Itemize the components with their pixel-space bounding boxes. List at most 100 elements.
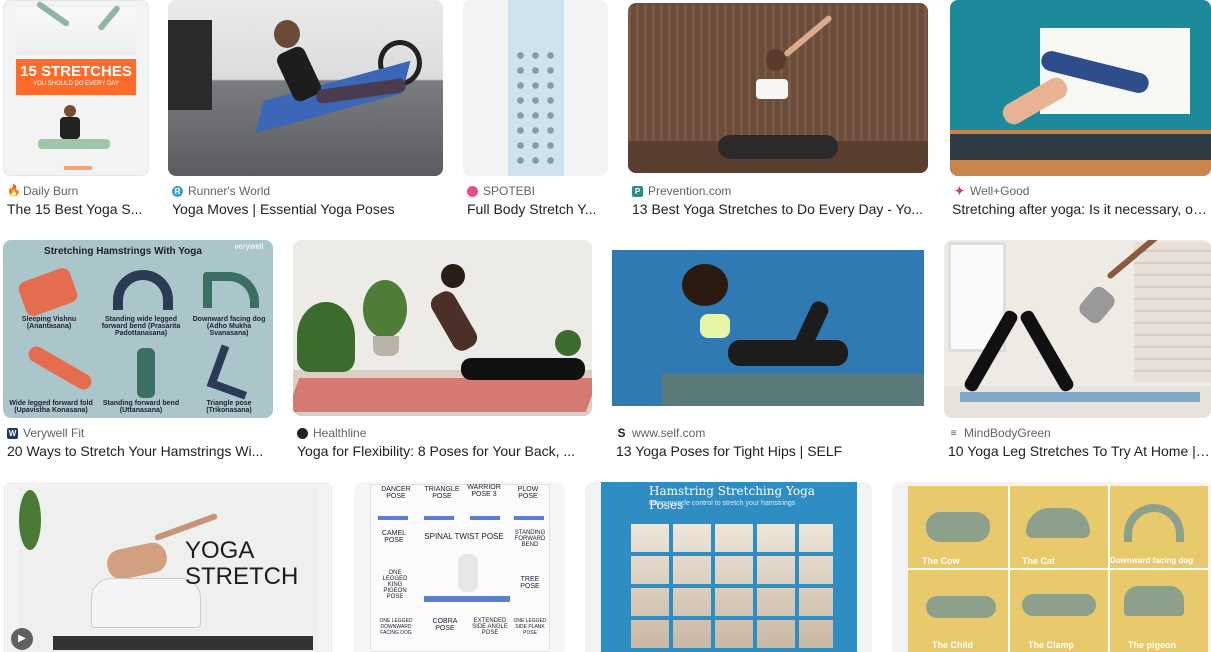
- pose-label: EXTENDED SIDE ANGLE POSE: [472, 618, 508, 636]
- result-source[interactable]: SPOTEBI: [467, 184, 607, 198]
- result-source-label: Well+Good: [970, 184, 1030, 198]
- yoga-figure-body: [60, 117, 80, 139]
- mini-mat: [514, 516, 544, 520]
- healthline-favicon-icon: [297, 427, 308, 439]
- result-title[interactable]: Stretching after yoga: Is it necessary, …: [952, 201, 1211, 217]
- yoga-figure-image: [441, 264, 465, 288]
- mini-mat: [424, 516, 454, 520]
- dailyburn-headline: 15 STRETCHES: [20, 63, 132, 80]
- yoga-figure-legs: [38, 139, 110, 149]
- verywell-pose-label: Downward facing dog (Adho Mukha Svanasan…: [192, 316, 266, 337]
- pose-label: COBRA POSE: [432, 618, 458, 632]
- spinal-heading: SPINAL TWIST POSE: [424, 532, 504, 541]
- leaf-decoration: [19, 490, 41, 550]
- figure-clamp: [1022, 594, 1096, 616]
- result-source[interactable]: ✦ Well+Good: [954, 184, 1211, 198]
- result-thumbnail-self[interactable]: [612, 240, 924, 416]
- result-source[interactable]: 🔥 Daily Burn: [7, 184, 147, 198]
- figure-cow: [926, 512, 990, 542]
- pose-label: STANDING FORWARD BEND: [514, 530, 546, 548]
- yoga-figure-image: [274, 20, 300, 48]
- result-source[interactable]: R Runner's World: [172, 184, 442, 198]
- yoga-figure-top: [756, 79, 788, 99]
- result-thumbnail-well-good[interactable]: [950, 0, 1211, 176]
- yoga-stretch-text-line: YOGA STRETCH: [185, 537, 299, 590]
- result-thumbnail-spotebi[interactable]: [463, 0, 608, 176]
- result-thumbnail-cat-cow-poses[interactable]: The Cow The Cat Downward facing dog The …: [892, 482, 1211, 652]
- yoga-figure-top: [700, 314, 730, 338]
- result-source-label: MindBodyGreen: [964, 426, 1051, 440]
- dailyburn-logo: [64, 166, 92, 170]
- result-thumbnail-healthline[interactable]: [293, 240, 592, 416]
- runners-world-favicon-icon: R: [172, 185, 183, 197]
- yoga-figure-image: [16, 7, 136, 55]
- play-icon[interactable]: ▶: [11, 628, 33, 650]
- result-title[interactable]: 13 Yoga Poses for Tight Hips | SELF: [616, 443, 924, 459]
- pose-label: ONE LEGGED SIDE PLANK POSE: [513, 618, 547, 636]
- result-title[interactable]: 10 Yoga Leg Stretches To Try At Home | .…: [948, 443, 1211, 459]
- pose-label: WARRIOR POSE 3: [467, 484, 501, 498]
- dailyburn-subheadline: YOU SHOULD DO EVERY DAY: [33, 81, 119, 87]
- pose-label: The Cow: [922, 556, 960, 566]
- figure-pigeon: [1124, 586, 1184, 616]
- yoga-figure-image: [458, 554, 478, 592]
- result-source[interactable]: ≡ MindBodyGreen: [948, 426, 1211, 440]
- result-title[interactable]: Yoga for Flexibility: 8 Poses for Your B…: [297, 443, 584, 459]
- result-source[interactable]: Healthline: [297, 426, 592, 440]
- pose-figure: [113, 270, 173, 310]
- result-source-label: Daily Burn: [23, 184, 79, 198]
- yoga-figure-arm: [783, 14, 833, 58]
- yoga-figure-image: [682, 264, 728, 306]
- result-thumbnail-runners-world[interactable]: [168, 0, 443, 176]
- pose-label: DANCER POSE: [381, 486, 411, 500]
- result-source-label: Runner's World: [188, 184, 271, 198]
- result-source-label: Prevention.com: [648, 184, 732, 198]
- pose-label: Downward facing dog: [1110, 556, 1194, 565]
- verywell-brand: verywell: [234, 242, 264, 251]
- result-source[interactable]: P Prevention.com: [632, 184, 928, 198]
- result-thumbnail-mindbodygreen[interactable]: [944, 240, 1211, 418]
- self-favicon-icon: S: [617, 426, 626, 440]
- brick-wall: [1134, 242, 1211, 382]
- grid-divider: [908, 568, 1208, 570]
- result-thumbnail-prevention[interactable]: [628, 3, 928, 173]
- pose-label: The pigeon: [1128, 640, 1176, 650]
- result-title[interactable]: 13 Best Yoga Stretches to Do Every Day -…: [632, 201, 928, 217]
- pose-label: PLOW POSE: [517, 486, 539, 500]
- pose-label: The Child: [932, 640, 973, 650]
- yoga-figure-legs: [461, 358, 585, 380]
- pose-figure: [206, 344, 260, 400]
- result-title[interactable]: Yoga Moves | Essential Yoga Poses: [172, 201, 444, 217]
- yoga-figure-image: [64, 105, 76, 117]
- result-title[interactable]: The 15 Best Yoga S...: [7, 201, 149, 217]
- prevention-favicon-icon: P: [632, 185, 643, 197]
- result-thumbnail-daily-burn[interactable]: 15 STRETCHES YOU SHOULD DO EVERY DAY: [3, 0, 149, 176]
- verywell-pose-label: Sleeping Vishnu (Anantasana): [21, 316, 77, 330]
- result-source[interactable]: S www.self.com: [616, 426, 924, 440]
- result-title[interactable]: Full Body Stretch Y...: [467, 201, 607, 217]
- result-thumbnail-yoga-stretch-video[interactable]: YOGA STRETCH ▶: [3, 482, 333, 652]
- result-source[interactable]: W Verywell Fit: [7, 426, 273, 440]
- verywell-pose-label: Standing forward bend (Uttanasana): [102, 400, 180, 414]
- pose-figure: [137, 348, 155, 398]
- figure-cat: [1026, 508, 1090, 538]
- pose-photo-grid: [627, 520, 833, 650]
- verywell-heading: Stretching Hamstrings With Yoga: [44, 246, 202, 257]
- yoga-mat: [950, 134, 1211, 160]
- result-source-label: SPOTEBI: [483, 184, 536, 198]
- plant: [555, 330, 581, 356]
- pose-figure: [25, 343, 95, 393]
- yoga-mat: [53, 636, 313, 650]
- result-source-label: www.self.com: [632, 426, 706, 440]
- result-thumbnail-verywell-fit[interactable]: Stretching Hamstrings With Yoga verywell…: [3, 240, 273, 418]
- plant: [297, 302, 355, 372]
- yoga-stretch-text: YOGA STRETCH: [185, 538, 305, 590]
- yoga-figure-top: [1076, 283, 1118, 327]
- yoga-figure-body: [427, 287, 481, 355]
- pose-label: The Clamp: [1028, 640, 1075, 650]
- result-thumbnail-spinal-twist[interactable]: DANCER POSE TRIANGLE POSE WARRIOR POSE 3…: [354, 482, 565, 652]
- pose-label: TREE POSE: [520, 576, 540, 590]
- result-thumbnail-hamstring-stretching[interactable]: Hamstring Stretching Yoga Poses using mu…: [585, 482, 872, 652]
- pose-figure: [16, 265, 80, 319]
- result-title[interactable]: 20 Ways to Stretch Your Hamstrings Wi...: [7, 443, 273, 459]
